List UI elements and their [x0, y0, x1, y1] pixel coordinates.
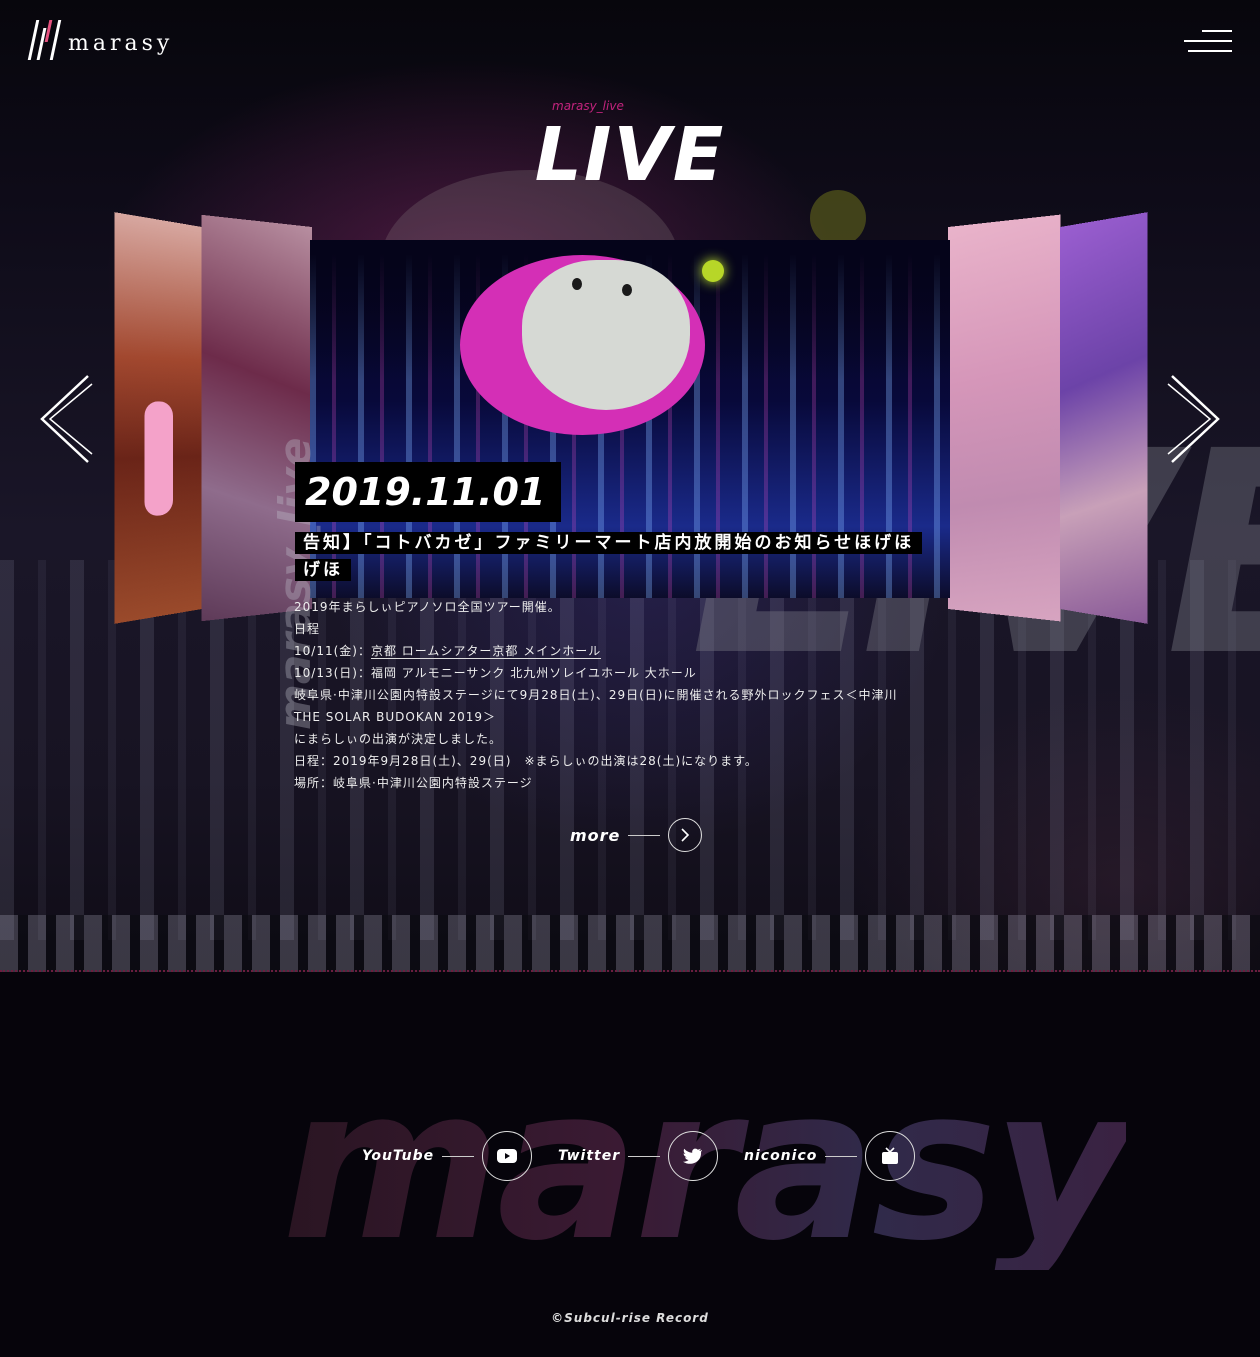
youtube-label: YouTube — [362, 1148, 435, 1164]
youtube-icon — [482, 1131, 533, 1181]
logo-mark-icon — [27, 20, 62, 60]
gorilla-eye — [622, 284, 632, 296]
article-body: 2019年まらしぃピアノソロ全国ツアー開催。 日程 10/11(金)：京都 ロー… — [294, 596, 924, 794]
carousel-next-arrow-icon[interactable] — [1164, 374, 1224, 464]
article-headline-text: 告知】「コトバカゼ」ファミリーマート店内放開始のお知らせほげほげほ — [295, 532, 923, 581]
plush-figure-image — [144, 401, 174, 517]
venue-link[interactable]: 京都 ロームシアター京都 メインホール — [370, 644, 602, 659]
carousel-slide-right[interactable] — [948, 214, 1061, 622]
section-title: LIVE — [534, 112, 726, 198]
more-label: more — [570, 825, 621, 845]
carousel-prev-arrow-icon[interactable] — [36, 374, 96, 464]
logo-text: marasy — [68, 30, 174, 56]
twitter-label: Twitter — [558, 1148, 621, 1164]
background-moon — [810, 190, 866, 246]
body-line: 2019年まらしぃピアノソロ全国ツアー開催。 — [294, 600, 561, 614]
carousel-slide-far-right[interactable] — [1060, 212, 1148, 624]
section-subtitle: marasy_live — [552, 99, 624, 113]
more-button[interactable]: more — [570, 818, 703, 852]
site-logo[interactable]: marasy — [27, 20, 174, 60]
section-divider — [0, 970, 1260, 972]
body-line: 場所：岐阜県·中津川公園内特設ステージ — [294, 776, 533, 790]
gorilla-eye — [572, 278, 582, 290]
social-line — [825, 1155, 858, 1157]
niconico-link[interactable]: niconico — [744, 1131, 916, 1181]
schedule-date: 10/11(金)： — [294, 644, 371, 658]
niconico-label: niconico — [744, 1148, 818, 1164]
carousel-slide-far-left[interactable] — [114, 212, 202, 624]
article-headline[interactable]: 告知】「コトバカゼ」ファミリーマート店内放開始のお知らせほげほげほ — [295, 530, 923, 584]
copyright: ©Subcul-rise Record — [551, 1311, 709, 1325]
hamburger-menu-button[interactable] — [1182, 30, 1232, 54]
twitter-icon — [668, 1131, 719, 1181]
gorilla-balloon-image — [522, 260, 690, 410]
youtube-link[interactable]: YouTube — [362, 1131, 533, 1181]
body-line: 日程 — [294, 622, 321, 636]
body-line: 日程：2019年9月28日(土)、29(日) ※まらしぃの出演は28(土)になり… — [294, 754, 758, 768]
more-line — [628, 834, 661, 836]
body-line: にまらしぃの出演が決定しました。 — [294, 732, 503, 746]
chevron-right-icon — [668, 818, 703, 852]
social-line — [628, 1155, 661, 1157]
site-header: marasy — [0, 0, 1260, 90]
body-line: THE SOLAR BUDOKAN 2019＞ — [294, 710, 497, 724]
schedule-line: 10/13(日)：福岡 アルモニーサンク 北九州ソレイユホール 大ホール — [294, 666, 697, 680]
article-date: 2019.11.01 — [295, 462, 562, 522]
body-line: 岐阜県·中津川公園内特設ステージにて9月28日(土)、29日(日)に開催される野… — [294, 688, 898, 702]
twitter-link[interactable]: Twitter — [558, 1131, 719, 1181]
social-line — [442, 1155, 475, 1157]
schedule-line: 10/11(金)：京都 ロームシアター京都 メインホール — [294, 640, 924, 662]
niconico-icon — [865, 1131, 916, 1181]
moon-image — [702, 260, 724, 282]
